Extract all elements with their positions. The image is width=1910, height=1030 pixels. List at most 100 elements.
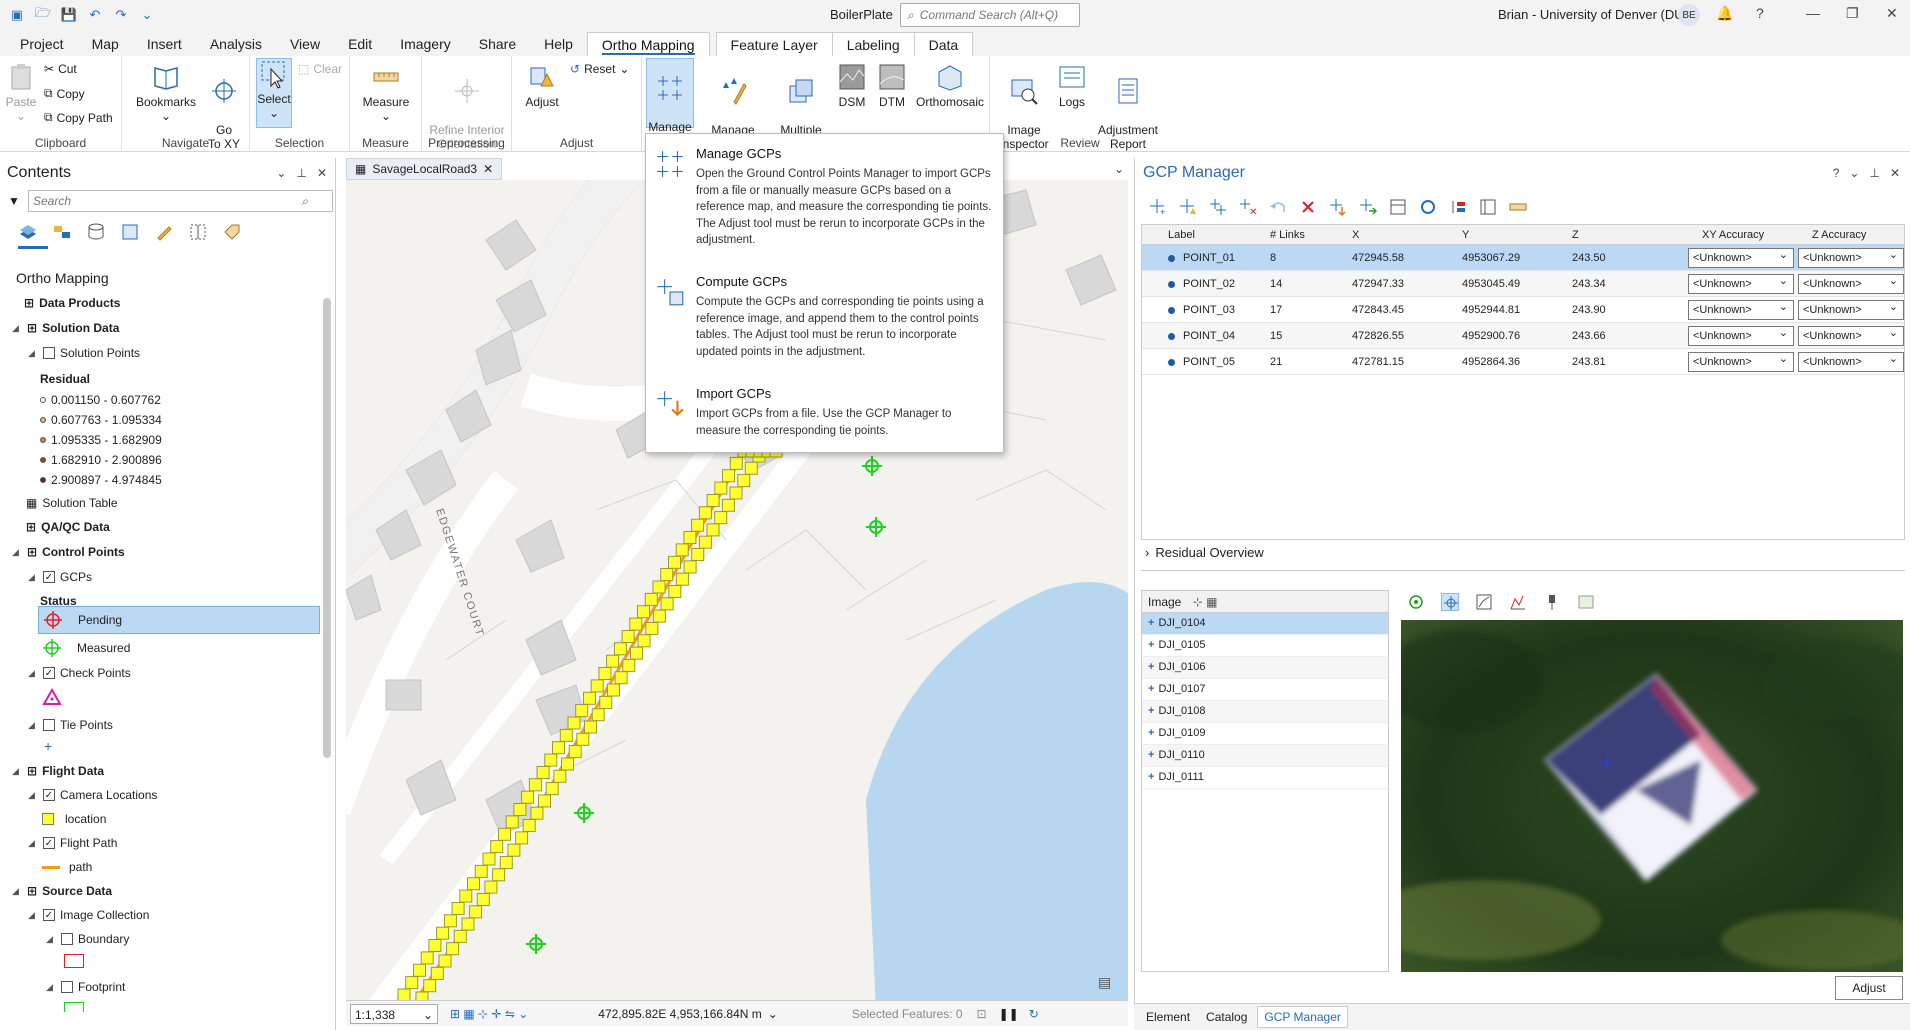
camera-location-point[interactable] [590,679,604,693]
refresh-icon[interactable]: ↻ [1029,1007,1039,1021]
camera-location-point[interactable] [474,864,488,878]
tab-labeling[interactable]: Labeling [832,32,915,56]
camera-location-point[interactable] [599,695,613,709]
camera-location-point[interactable] [507,843,521,857]
camera-location-point[interactable] [576,732,590,746]
notes-icon[interactable]: ▤ [1098,974,1111,991]
camera-location-point[interactable] [436,926,450,940]
boundary-node[interactable]: ◢ Boundary [46,932,129,946]
z-accuracy-select[interactable]: <Unknown> [1798,326,1904,346]
camera-location-point[interactable] [443,914,457,928]
minimize-icon[interactable]: — [1806,5,1820,21]
camera-location-point[interactable] [575,704,589,718]
dsm-button[interactable]: DSM [834,62,870,109]
pause-icon[interactable]: ❚❚ [999,1007,1019,1021]
tie-points-checkbox[interactable] [43,719,55,731]
camera-location-point[interactable] [484,880,498,894]
list-item[interactable]: + DJI_0107 [1142,679,1388,701]
camera-location-point[interactable] [706,494,720,507]
command-search[interactable]: ⌕ Command Search (Alt+Q) [900,3,1080,27]
camera-location-point[interactable] [528,778,542,792]
z-accuracy-select[interactable]: <Unknown> [1798,352,1904,372]
histogram-icon[interactable] [1509,593,1527,611]
filter-icon[interactable]: ▼ [8,194,20,208]
camera-location-point[interactable] [668,585,682,598]
gcp-crosshair-icon[interactable] [866,517,886,537]
import-gcps-menu-item[interactable]: Import GCPs Import GCPs from a file. Use… [654,386,994,442]
column-header-y[interactable]: Y [1462,229,1469,241]
splitter[interactable] [1141,570,1905,571]
nav-tools-icon[interactable]: ⊞ ▦ ⊹ ✛ ⇋ ⌄ [450,1007,528,1021]
pin-icon[interactable]: ⊥ [1869,166,1879,180]
check-points-checkbox[interactable]: ✓ [43,667,55,679]
measure-point-icon[interactable] [1441,593,1459,611]
camera-location-point[interactable] [423,979,437,993]
camera-location-point[interactable] [397,988,411,1000]
list-item[interactable]: + DJI_0108 [1142,701,1388,723]
control-points-node[interactable]: ◢ ⊞ Control Points [12,545,125,559]
tab-insert[interactable]: Insert [133,32,196,56]
xy-accuracy-select[interactable]: <Unknown> [1688,352,1794,372]
chevron-down-icon[interactable]: ⌄ [1114,162,1124,176]
image-collection-checkbox[interactable]: ✓ [43,909,55,921]
paste-button[interactable]: Paste ⌄ [4,62,38,123]
camera-location-point[interactable] [536,766,550,779]
camera-location-point[interactable] [459,889,473,903]
camera-location-point[interactable] [691,518,705,532]
image-viewer-canvas[interactable] [1401,620,1903,972]
camera-location-point[interactable] [499,856,513,869]
camera-location-point[interactable] [675,572,689,586]
refresh-icon[interactable] [1419,198,1437,216]
editing-icon[interactable] [154,222,174,242]
app-icon[interactable]: ▣ [8,6,26,24]
list-item[interactable]: + DJI_0109 [1142,723,1388,745]
delete-icon[interactable] [1299,198,1317,216]
camera-location-point[interactable] [476,893,490,906]
camera-location-point[interactable] [598,667,612,680]
close-icon[interactable]: ✕ [1886,5,1898,22]
camera-locations-checkbox[interactable]: ✓ [43,789,55,801]
camera-location-point[interactable] [645,622,659,635]
camera-location-point[interactable] [559,728,573,742]
tab-feature-layer[interactable]: Feature Layer [715,32,833,56]
adjust-button[interactable]: Adjust [1835,976,1903,1000]
pin-icon[interactable]: ⊥ [296,166,306,180]
clear-button[interactable]: ⬚ Clear [298,62,342,76]
camera-location-point[interactable] [706,523,720,537]
camera-location-point[interactable] [652,609,666,623]
tab-gcp-manager[interactable]: GCP Manager [1257,1006,1348,1028]
collapse-icon[interactable]: ◢ [28,668,38,679]
z-accuracy-select[interactable]: <Unknown> [1798,248,1904,268]
z-accuracy-select[interactable]: <Unknown> [1798,300,1904,320]
camera-location-point[interactable] [721,498,735,512]
map-tab[interactable]: ▦ SavageLocalRoad3 ✕ [346,158,503,180]
camera-location-point[interactable] [714,511,728,525]
collapse-icon[interactable]: ◢ [12,323,22,334]
export-points-icon[interactable] [1359,198,1377,216]
labeling-icon[interactable] [222,222,242,242]
camera-location-point[interactable] [553,769,567,783]
tab-map[interactable]: Map [78,32,133,56]
cut-button[interactable]: ✂ Cut [44,62,77,76]
camera-location-point[interactable] [644,592,658,606]
camera-location-point[interactable] [613,642,627,656]
tab-ortho-mapping[interactable]: Ortho Mapping [586,32,710,56]
camera-location-point[interactable] [737,474,751,488]
image-sort-icon[interactable]: ⊹ ▦ [1193,595,1218,609]
camera-location-point[interactable] [591,708,605,722]
footprint-checkbox[interactable] [61,981,73,993]
data-products-node[interactable]: ⊞ Data Products [24,296,120,310]
manage-gcps-button[interactable]: Manage GCPs [646,58,694,148]
z-accuracy-select[interactable]: <Unknown> [1798,274,1904,294]
data-source-icon[interactable] [52,222,72,242]
camera-location-point[interactable] [722,469,735,483]
selection-list-icon[interactable] [120,222,140,242]
tab-imagery[interactable]: Imagery [386,32,465,56]
import-points-icon[interactable] [1329,198,1347,216]
tab-analysis[interactable]: Analysis [196,32,276,56]
orthomosaic-button[interactable]: Orthomosaic [912,62,988,109]
close-icon[interactable]: ✕ [483,162,493,176]
camera-location-point[interactable] [568,745,582,759]
camera-location-point[interactable] [469,905,483,919]
camera-location-point[interactable] [446,942,460,956]
